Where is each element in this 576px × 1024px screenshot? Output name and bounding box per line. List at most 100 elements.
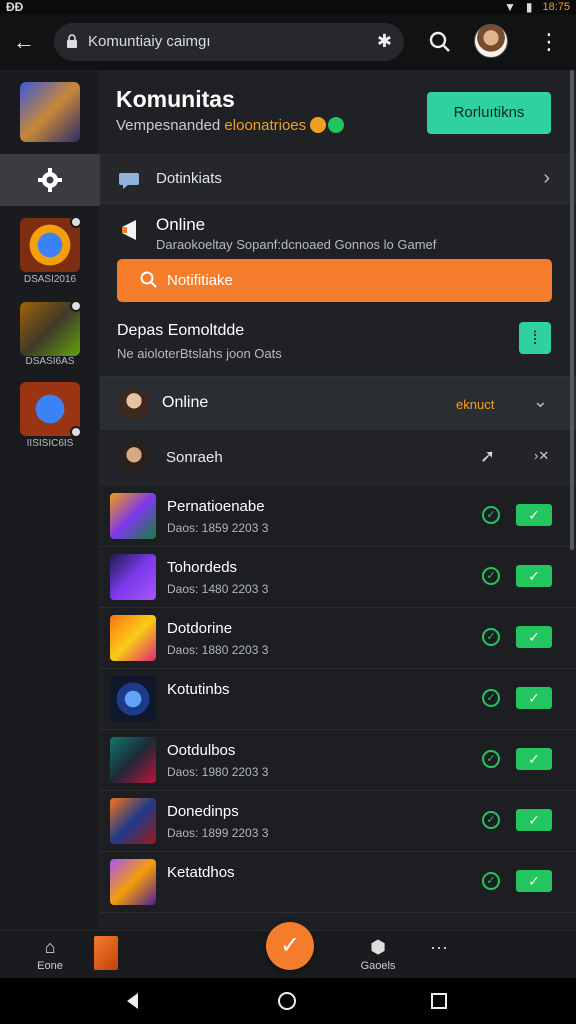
nav-more[interactable]: ···: [424, 931, 454, 979]
online-row-label: Online: [162, 394, 209, 411]
checkbox-toggle[interactable]: ✓: [516, 687, 552, 709]
battery-icon: ▮: [525, 0, 533, 14]
community-avatar[interactable]: [20, 82, 80, 142]
list-item[interactable]: Donedinps Daos: 1899 2203 3 ✓ ✓: [100, 791, 576, 852]
checkbox-toggle[interactable]: ✓: [516, 748, 552, 770]
game-thumbnail: [110, 676, 156, 722]
recents-square-icon[interactable]: [428, 990, 450, 1012]
list-item[interactable]: Tohordeds Daos: 1480 2203 3 ✓ ✓: [100, 547, 576, 608]
sidebar-item-label: IISISIC6IS: [26, 438, 74, 449]
nav-home-label: Eone: [37, 960, 63, 972]
sidebar-game-2[interactable]: [20, 300, 82, 356]
bookmark-icon[interactable]: ✱: [377, 31, 392, 52]
subtitle-text: Vempesnanded: [116, 117, 225, 134]
check-circle-icon: ✓: [482, 750, 500, 768]
checkbox-toggle[interactable]: ✓: [516, 626, 552, 648]
item-date: Daos: 1880 2203 3: [167, 643, 269, 657]
game-thumbnail: [110, 798, 156, 844]
item-date: Daos: 1480 2203 3: [167, 582, 269, 596]
gamepad-icon: ⬢: [370, 937, 386, 957]
nav-games-label: Gaoels: [360, 960, 396, 972]
updates-section: Depas Eomoltdde Ne aioloterBtslahs joon …: [100, 316, 576, 376]
check-circle-icon: ✓: [482, 628, 500, 646]
notification-dot: [70, 426, 82, 438]
sidebar-game-1[interactable]: [20, 216, 82, 272]
discussions-row[interactable]: Dotinkiats ›: [100, 154, 576, 204]
online-row[interactable]: Online eknuct ⌄: [100, 376, 576, 430]
avatar: [118, 442, 150, 474]
close-icon[interactable]: ›✕: [534, 448, 554, 468]
online-section: Online Daraokoeltay Sopanf:dcnoaed Gonno…: [100, 204, 576, 316]
notification-dot: [70, 300, 82, 312]
updates-toggle[interactable]: ⁞: [519, 322, 551, 354]
community-panel: Komunitas Vempesnanded eloonatrioes Rorl…: [100, 70, 576, 930]
item-name: Donedinps: [167, 803, 239, 820]
list-item[interactable]: Ketatdhos ✓ ✓: [100, 852, 576, 913]
lock-icon: [67, 34, 77, 48]
item-name: Ootdulbos: [167, 742, 236, 759]
game-thumbnail: [110, 493, 156, 539]
page-subtitle: Vempesnanded eloonatrioes: [116, 117, 345, 134]
emoji-icon: [328, 117, 345, 133]
back-triangle-icon[interactable]: [122, 990, 144, 1012]
sidebar-item-label: DSASI2016: [23, 274, 77, 285]
check-fab-button[interactable]: ✓: [266, 922, 314, 970]
online-title: Online: [156, 215, 206, 234]
url-text: Komuntiaiy caimgı: [88, 33, 211, 50]
list-item[interactable]: Dotdorine Daos: 1880 2203 3 ✓ ✓: [100, 608, 576, 669]
status-icons: ▼ ▮ 18:75: [504, 0, 570, 14]
nav-games[interactable]: ⬢ Gaoels: [350, 931, 406, 979]
checkbox-toggle[interactable]: ✓: [516, 504, 552, 526]
item-name: Kotutinbs: [167, 681, 230, 698]
checkbox-toggle[interactable]: ✓: [516, 870, 552, 892]
address-bar[interactable]: Komuntiaiy caimgı ✱: [54, 23, 404, 61]
list-item[interactable]: Pernatioenabe Daos: 1859 2203 3 ✓ ✓: [100, 486, 576, 547]
recent-game-thumbnail[interactable]: [94, 936, 118, 970]
status-time: 18:75: [542, 1, 570, 13]
online-description: Daraokoeltay Sopanf:dcnoaed Gonnos lo Ga…: [156, 237, 437, 252]
check-circle-icon: ✓: [482, 689, 500, 707]
item-date: Daos: 1859 2203 3: [167, 521, 269, 535]
megaphone-icon: [122, 220, 136, 240]
more-vert-icon[interactable]: ⋮: [538, 28, 560, 56]
check-circle-icon: ✓: [482, 872, 500, 890]
checkbox-toggle[interactable]: ✓: [516, 809, 552, 831]
sidebar-item-label: DSASI6AS: [25, 356, 75, 367]
status-left: ÐÐ: [6, 0, 24, 14]
item-date: Daos: 1980 2203 3: [167, 765, 269, 779]
search-row[interactable]: Sonraeh ➚ ›✕: [100, 430, 576, 486]
game-thumbnail: [110, 737, 156, 783]
updates-description: Ne aioloterBtslahs joon Oats: [117, 346, 282, 361]
item-name: Tohordeds: [167, 559, 238, 576]
scrollbar[interactable]: [570, 70, 574, 550]
search-icon[interactable]: [426, 28, 454, 56]
join-button[interactable]: Rorluıtikns: [427, 92, 551, 134]
check-circle-icon: ✓: [482, 567, 500, 585]
chat-bubble-icon: [119, 173, 139, 189]
settings-button[interactable]: [0, 154, 100, 206]
discussions-label: Dotinkiats: [156, 170, 222, 187]
notify-button[interactable]: Notifitiake: [117, 259, 552, 302]
nav-home[interactable]: ⌂ Eone: [24, 931, 76, 979]
pin-icon[interactable]: ➚: [480, 446, 500, 466]
online-row-meta: eknuct: [456, 397, 495, 412]
chevron-down-icon: ⌄: [532, 391, 548, 411]
profile-avatar[interactable]: [474, 24, 508, 58]
chevron-right-icon: ›: [543, 167, 550, 189]
item-date: Daos: 1899 2203 3: [167, 826, 269, 840]
community-header: Komunitas Vempesnanded eloonatrioes Rorl…: [100, 70, 576, 154]
sidebar-game-3[interactable]: [20, 382, 82, 438]
home-circle-icon[interactable]: [276, 990, 298, 1012]
more-horiz-icon: ···: [430, 937, 448, 957]
item-name: Ketatdhos: [167, 864, 235, 881]
check-circle-icon: ✓: [482, 811, 500, 829]
emoji-icon: [310, 117, 327, 133]
item-name: Dotdorine: [167, 620, 233, 637]
signal-icon: ▼: [503, 0, 516, 14]
back-arrow-icon[interactable]: ←: [10, 28, 38, 56]
list-item[interactable]: Ootdulbos Daos: 1980 2203 3 ✓ ✓: [100, 730, 576, 791]
community-sidebar: DSASI2016 DSASI6AS IISISIC6IS: [0, 70, 100, 930]
page-title: Komunitas: [116, 86, 235, 112]
checkbox-toggle[interactable]: ✓: [516, 565, 552, 587]
list-item[interactable]: Kotutinbs ✓ ✓: [100, 669, 576, 730]
